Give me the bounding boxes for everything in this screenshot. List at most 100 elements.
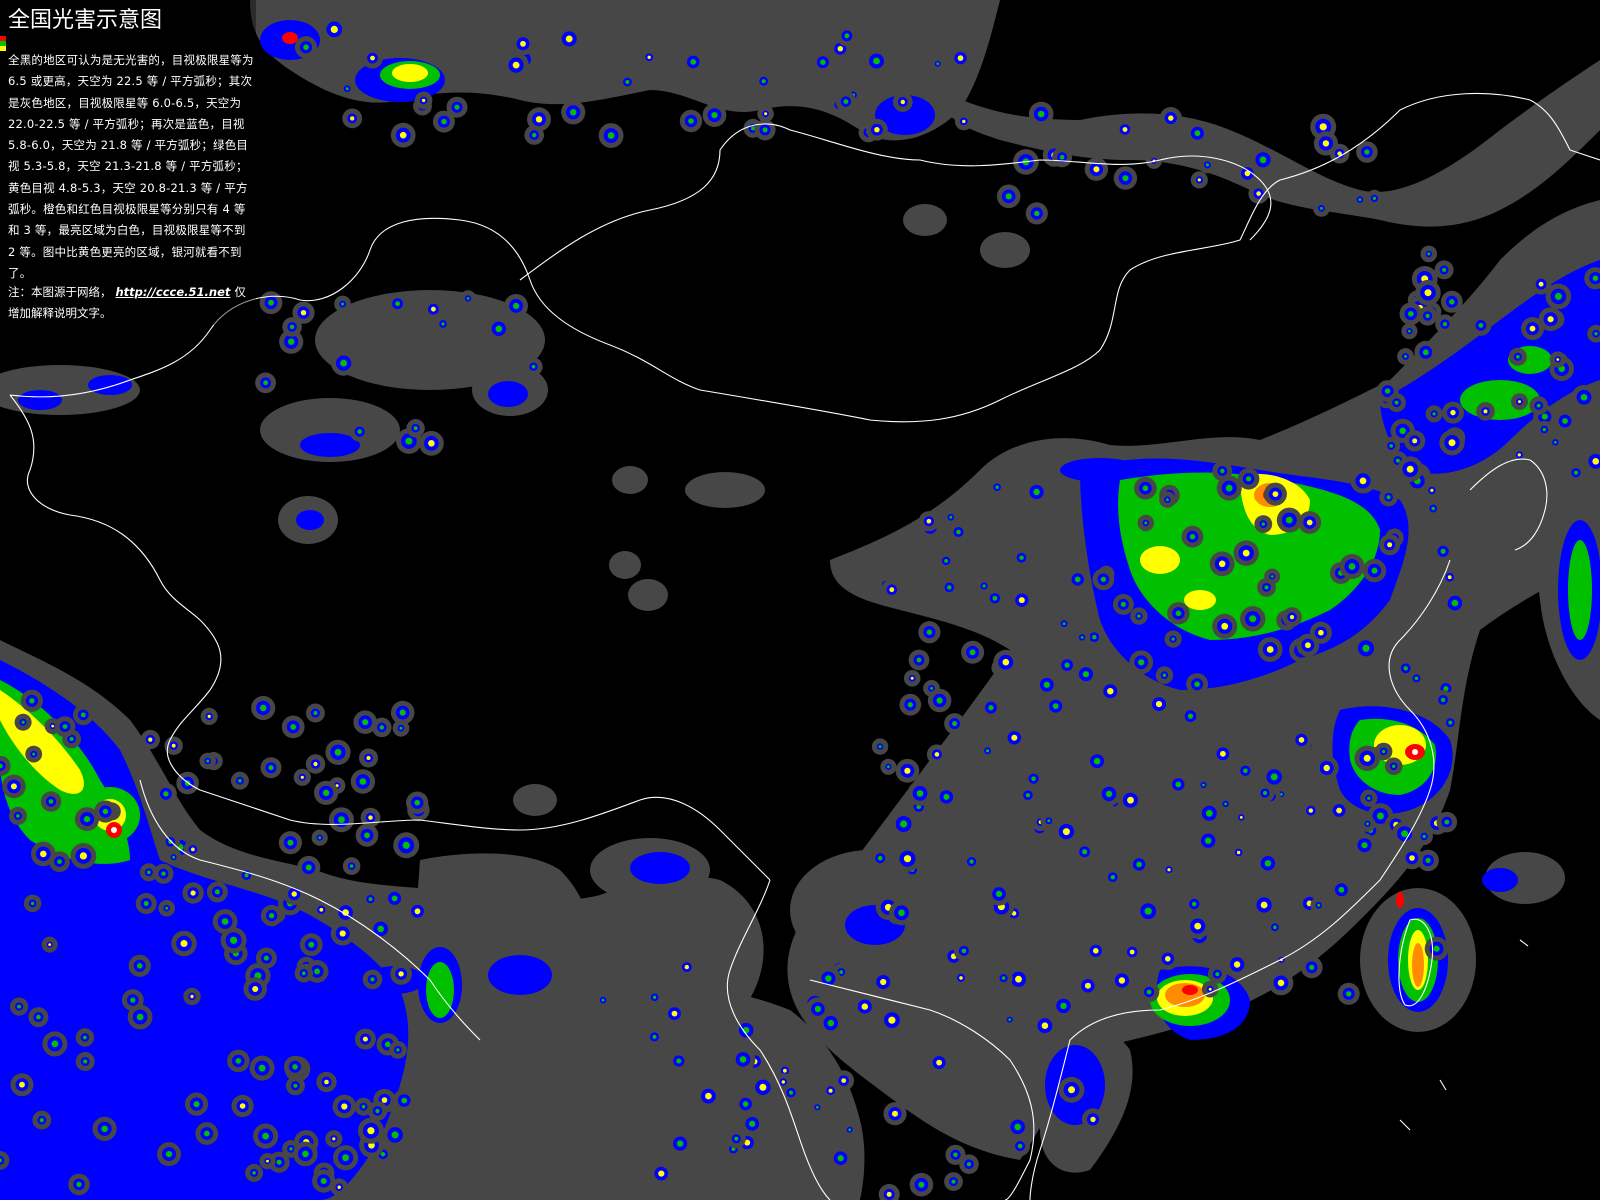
city-light-core: [80, 712, 86, 718]
city-light-core: [880, 978, 887, 986]
city-light-core: [625, 80, 630, 84]
city-light-core: [1189, 534, 1196, 540]
city-light-core: [1422, 834, 1426, 839]
city-light-core: [276, 1159, 282, 1165]
city-light-core: [214, 889, 220, 895]
city-light-core: [289, 1147, 293, 1151]
city-light-core: [953, 1152, 958, 1158]
city-light-core: [79, 852, 87, 860]
city-light-core: [10, 783, 17, 790]
city-light-core: [1260, 901, 1268, 909]
city-light-core: [762, 127, 768, 133]
city-light-core: [362, 719, 369, 726]
city-light-core: [1167, 868, 1171, 872]
city-light-core: [1394, 400, 1399, 405]
city-light-core: [992, 595, 998, 601]
city-light-core: [1389, 444, 1393, 448]
city-light-core: [874, 127, 880, 133]
city-light-core: [1122, 175, 1129, 182]
city-light-core: [1191, 901, 1197, 907]
city-light-core: [892, 1110, 898, 1117]
city-light-core: [377, 925, 385, 933]
city-light-core: [414, 799, 421, 806]
legend-swatch-yellow: [0, 46, 6, 51]
city-light-core: [324, 1079, 329, 1085]
city-light-core: [330, 25, 338, 33]
city-light-core: [1256, 191, 1261, 196]
city-light-core: [1225, 484, 1233, 492]
city-light-core: [51, 724, 55, 728]
city-light-core: [900, 820, 908, 828]
city-light-core: [827, 1019, 834, 1027]
city-light-core: [1412, 438, 1418, 444]
city-light-core: [1221, 622, 1229, 630]
city-light-core: [1014, 1123, 1021, 1131]
city-light-core: [676, 1140, 684, 1147]
city-light-core: [101, 1125, 108, 1133]
city-light-core: [565, 35, 573, 43]
city-light-core: [944, 559, 948, 563]
city-light-core: [320, 1178, 327, 1184]
city-light-core: [1261, 522, 1266, 526]
city-light-core: [313, 761, 318, 767]
city-light-core: [1430, 488, 1434, 492]
source-link[interactable]: http://ccce.51.net: [116, 285, 231, 299]
city-light-core: [751, 126, 755, 131]
city-light-core: [520, 40, 526, 47]
city-light-core: [1194, 681, 1200, 687]
city-light-core: [828, 1088, 833, 1093]
city-light-core: [1082, 849, 1088, 855]
city-light-core: [1011, 734, 1018, 741]
city-light-core: [1448, 720, 1453, 725]
city-light-core: [825, 975, 832, 982]
city-light-core: [688, 118, 694, 124]
city-light-core: [48, 799, 54, 804]
city-light-core: [961, 948, 967, 954]
city-light-core: [947, 585, 952, 590]
city-light-core: [349, 864, 354, 868]
city-light-core: [878, 745, 882, 749]
city-light-core: [190, 994, 194, 999]
city-light-core: [1298, 737, 1305, 743]
city-light-core: [1363, 754, 1371, 762]
city-light-core: [1107, 688, 1114, 695]
city-light-core: [904, 767, 911, 774]
city-light-core: [1138, 659, 1145, 666]
city-light-core: [1431, 506, 1435, 511]
city-light-core: [313, 711, 318, 715]
city-light-core: [332, 1137, 336, 1141]
city-light-core: [1366, 822, 1369, 826]
city-light-core: [413, 426, 418, 431]
city-light-core: [180, 940, 188, 947]
city-light-core: [305, 864, 312, 871]
city-light-core: [1168, 115, 1174, 121]
city-light-core: [1264, 860, 1272, 867]
city-light-core: [837, 46, 843, 52]
city-light-core: [1093, 948, 1099, 954]
city-light-core: [1449, 299, 1455, 305]
city-light-core: [1285, 516, 1293, 524]
city-light-core: [930, 686, 933, 690]
city-light-core: [1387, 542, 1393, 548]
city-light-core: [161, 871, 166, 876]
city-light-core: [1273, 925, 1277, 930]
city-light-core: [1008, 1018, 1012, 1021]
city-light-core: [1220, 750, 1226, 757]
city-light-core: [898, 909, 905, 917]
city-light-core: [1118, 977, 1126, 984]
city-light-core: [1305, 642, 1311, 649]
city-light-core: [671, 1010, 678, 1017]
legend-swatch: [0, 36, 6, 51]
city-light-core: [83, 1035, 87, 1040]
city-light-core: [322, 789, 330, 796]
city-light-core: [903, 855, 912, 863]
source-note-prefix: 注：本图源于网络，: [8, 285, 112, 299]
city-light-core: [238, 778, 242, 783]
city-light-core: [1395, 458, 1400, 463]
city-light-core: [334, 748, 342, 756]
city-light-core: [1187, 713, 1194, 719]
city-light-core: [1547, 316, 1554, 323]
city-light-core: [1433, 945, 1440, 952]
city-light-core: [1408, 329, 1411, 333]
city-light-core: [401, 1097, 408, 1104]
